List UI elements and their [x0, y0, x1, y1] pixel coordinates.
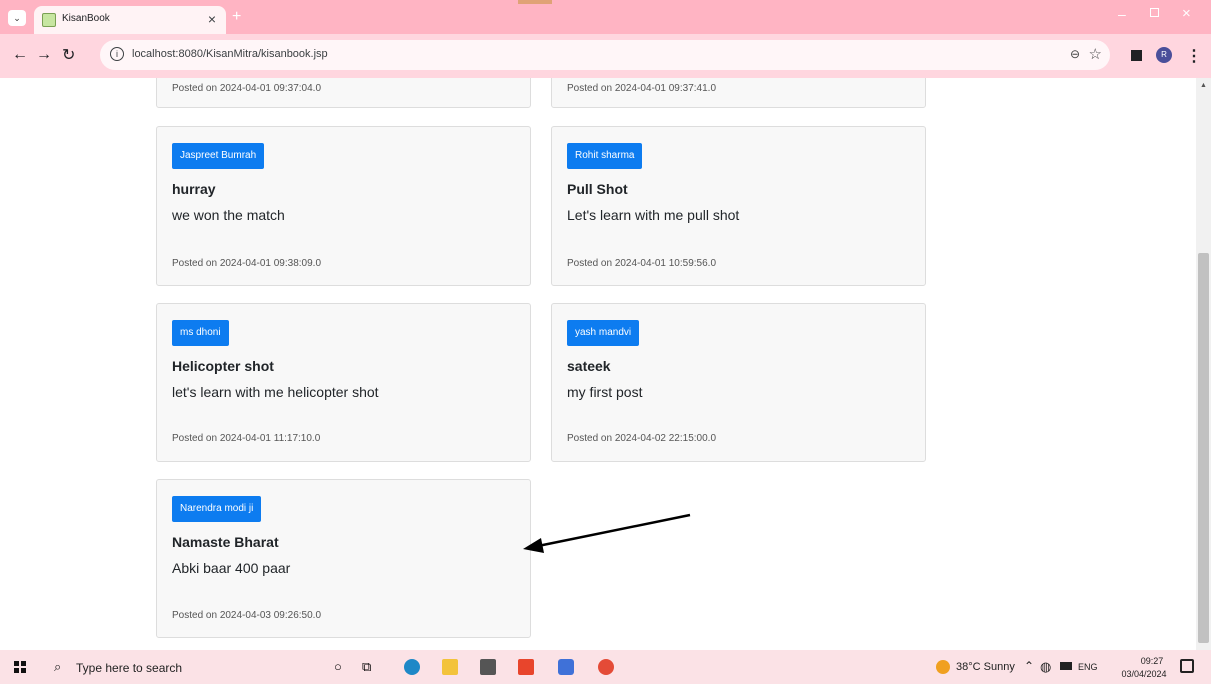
address-bar[interactable]: i localhost:8080/KisanMitra/kisanbook.js…: [100, 40, 1110, 70]
window-minimize-icon[interactable]: –: [1118, 6, 1126, 22]
tabstrip-accent: [518, 0, 552, 4]
cortana-icon[interactable]: ○: [334, 659, 350, 675]
weather-icon[interactable]: [936, 660, 950, 674]
windows-taskbar: ⌕ Type here to search ○ ⧉ 38°C Sunny ⌃ ◍…: [0, 650, 1211, 684]
vertical-scrollbar[interactable]: ▲: [1196, 78, 1211, 650]
tab-search-chevron-icon[interactable]: ⌄: [8, 10, 26, 26]
window-close-icon[interactable]: ×: [1182, 5, 1191, 22]
annotation-arrow: [523, 513, 691, 553]
network-globe-icon[interactable]: ◍: [1040, 659, 1051, 675]
window-maximize-icon[interactable]: [1150, 8, 1159, 17]
edge-icon[interactable]: [404, 659, 420, 675]
taskbar-search[interactable]: ⌕ Type here to search: [40, 650, 310, 684]
file-explorer-icon[interactable]: [442, 659, 458, 675]
battery-icon[interactable]: [1060, 662, 1072, 670]
side-panel-icon[interactable]: [1131, 50, 1142, 61]
app-icon[interactable]: [558, 659, 574, 675]
language-indicator[interactable]: ENG: [1078, 662, 1098, 672]
forward-arrow-icon[interactable]: →: [36, 46, 52, 64]
browser-tab[interactable]: KisanBook ×: [34, 6, 226, 34]
url-text[interactable]: localhost:8080/KisanMitra/kisanbook.jsp: [132, 48, 328, 60]
browser-tabstrip: ⌄ KisanBook × + – ×: [0, 0, 1211, 34]
office-icon[interactable]: [518, 659, 534, 675]
kisanbook-favicon-icon: [42, 13, 56, 27]
reload-icon[interactable]: ↻: [62, 45, 75, 65]
new-tab-icon[interactable]: +: [232, 8, 241, 26]
scroll-thumb[interactable]: [1198, 253, 1209, 643]
clock-date[interactable]: 03/04/2024: [1114, 669, 1174, 679]
zoom-icon[interactable]: ⊖: [1070, 47, 1080, 61]
weather-text[interactable]: 38°C Sunny: [956, 661, 1015, 673]
browser-menu-icon[interactable]: ⋮: [1186, 46, 1202, 66]
chrome-icon[interactable]: [598, 659, 614, 675]
search-icon: ⌕: [54, 659, 62, 674]
tab-close-icon[interactable]: ×: [208, 11, 216, 27]
search-placeholder[interactable]: Type here to search: [76, 661, 182, 675]
mail-icon[interactable]: [480, 659, 496, 675]
page-viewport: Posted on 2024-04-01 09:37:04.0 Posted o…: [0, 78, 1196, 650]
tray-chevron-icon[interactable]: ⌃: [1024, 659, 1034, 673]
bookmark-star-icon[interactable]: ☆: [1089, 45, 1102, 63]
windows-start-icon[interactable]: [14, 661, 26, 673]
profile-avatar[interactable]: R: [1156, 47, 1172, 63]
scroll-up-icon[interactable]: ▲: [1200, 82, 1207, 89]
tab-title: KisanBook: [62, 13, 110, 24]
back-arrow-icon[interactable]: ←: [12, 46, 28, 64]
browser-toolbar: ← → ↻ i localhost:8080/KisanMitra/kisanb…: [0, 34, 1211, 78]
site-info-icon[interactable]: i: [110, 47, 124, 61]
task-view-icon[interactable]: ⧉: [362, 659, 378, 675]
notification-icon[interactable]: [1180, 659, 1194, 673]
clock-time[interactable]: 09:27: [1127, 656, 1177, 666]
